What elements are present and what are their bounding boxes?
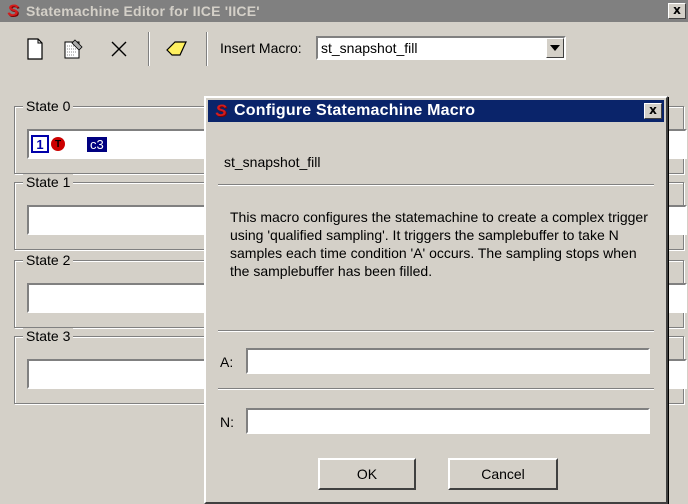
insert-macro-label: Insert Macro: bbox=[220, 40, 302, 56]
field-a-input[interactable] bbox=[246, 348, 650, 374]
state-0-label: State 0 bbox=[23, 98, 74, 114]
main-title-bar: S Statemachine Editor for IICE 'IICE' x bbox=[0, 0, 688, 22]
window-title: Statemachine Editor for IICE 'IICE' bbox=[26, 3, 260, 19]
delete-icon[interactable] bbox=[106, 36, 132, 62]
state-3-label: State 3 bbox=[23, 328, 74, 344]
app-logo-icon: S bbox=[7, 1, 19, 20]
field-a-label: A: bbox=[220, 354, 234, 370]
insert-macro-dropdown[interactable]: st_snapshot_fill bbox=[316, 36, 566, 60]
edit-document-icon[interactable] bbox=[60, 36, 86, 62]
new-document-icon[interactable] bbox=[22, 36, 48, 62]
macro-description: This macro configures the statemachine t… bbox=[230, 209, 648, 279]
toolbar-separator bbox=[206, 32, 208, 66]
field-n-label: N: bbox=[220, 414, 234, 430]
dialog-macro-name: st_snapshot_fill bbox=[224, 154, 321, 170]
dialog-title: Configure Statemachine Macro bbox=[234, 102, 476, 119]
divider bbox=[218, 330, 654, 332]
configure-macro-dialog: S Configure Statemachine Macro x st_snap… bbox=[204, 96, 668, 504]
divider bbox=[218, 184, 654, 186]
trigger-icon: T bbox=[51, 137, 65, 151]
dialog-close-button[interactable]: x bbox=[644, 103, 662, 119]
field-n-input[interactable] bbox=[246, 408, 650, 434]
ok-button[interactable]: OK bbox=[318, 458, 416, 490]
state-1-label: State 1 bbox=[23, 174, 74, 190]
divider bbox=[218, 388, 654, 390]
chevron-down-icon[interactable] bbox=[546, 38, 564, 58]
state-2-label: State 2 bbox=[23, 252, 74, 268]
toolbar-separator bbox=[148, 32, 150, 66]
macro-selected-value: st_snapshot_fill bbox=[321, 40, 418, 56]
app-logo-icon: S bbox=[215, 101, 227, 120]
dialog-title-bar: S Configure Statemachine Macro x bbox=[208, 100, 664, 122]
state-counter-badge: 1 bbox=[31, 135, 49, 153]
cancel-button[interactable]: Cancel bbox=[448, 458, 558, 490]
eraser-icon[interactable] bbox=[164, 36, 190, 62]
main-close-button[interactable]: x bbox=[668, 3, 686, 19]
condition-badge: c3 bbox=[87, 136, 107, 152]
